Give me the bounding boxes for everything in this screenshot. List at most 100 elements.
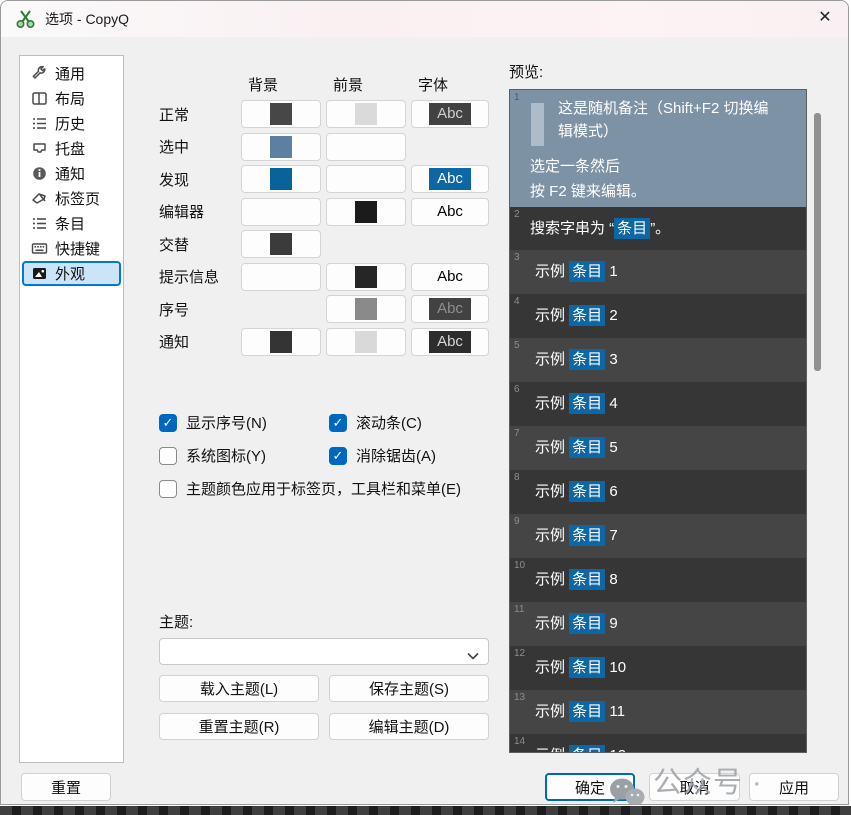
- checkbox-option[interactable]: ✓ 滚动条(C): [329, 406, 461, 439]
- keyboard-icon: [31, 240, 48, 257]
- reset-theme-button[interactable]: 重置主题(R): [159, 713, 319, 740]
- color-row-label: 选中: [159, 136, 241, 157]
- apply-button[interactable]: 应用: [749, 773, 839, 801]
- row-number: 10: [514, 560, 525, 571]
- preview-sample-item: 11 示例 条目 9: [510, 602, 806, 646]
- background-swatch: [270, 103, 292, 125]
- checkbox-option[interactable]: ✓ 显示序号(N): [159, 406, 329, 439]
- row-number: 5: [514, 340, 520, 351]
- sample-item-text: 示例 条目 4: [535, 382, 618, 426]
- sidebar-item[interactable]: 条目: [22, 211, 121, 236]
- foreground-color-button[interactable]: [326, 198, 406, 226]
- sidebar-item[interactable]: 通知: [22, 161, 121, 186]
- checkbox-option[interactable]: ✓ 主题颜色应用于标签页，工具栏和菜单(E): [159, 472, 461, 505]
- background-color-button[interactable]: [241, 198, 321, 226]
- color-row: 通知 Abc: [159, 326, 489, 359]
- settings-nav: 通用 布局 历史 托盘 通知: [19, 55, 124, 763]
- sidebar-item[interactable]: 标签页: [22, 186, 121, 211]
- found-highlight: 条目: [569, 393, 605, 414]
- cancel-button[interactable]: 取消: [649, 773, 740, 801]
- font-sample-text: Abc: [429, 266, 471, 288]
- sidebar-item-label: 布局: [55, 88, 85, 109]
- font-button[interactable]: Abc: [411, 100, 489, 128]
- background-swatch: [270, 331, 292, 353]
- sidebar-item[interactable]: 托盘: [22, 136, 121, 161]
- row-number: 1: [514, 92, 520, 103]
- titlebar: 选项 - CopyQ ✕: [1, 1, 848, 37]
- foreground-swatch: [355, 168, 377, 190]
- foreground-color-button[interactable]: [326, 328, 406, 356]
- items-list-icon: [31, 215, 48, 232]
- sample-item-text: 示例 条目 1: [535, 250, 618, 294]
- reset-button[interactable]: 重置: [21, 773, 111, 801]
- sample-item-text: 示例 条目 11: [535, 690, 625, 734]
- sample-item-text: 示例 条目 3: [535, 338, 618, 382]
- font-button[interactable]: Abc: [411, 328, 489, 356]
- foreground-color-button[interactable]: [326, 295, 406, 323]
- foreground-swatch: [355, 136, 377, 158]
- background-color-button[interactable]: [241, 100, 321, 128]
- info-icon: [31, 165, 48, 182]
- checkbox-icon: ✓: [329, 414, 347, 432]
- found-highlight: 条目: [569, 745, 605, 753]
- foreground-color-button[interactable]: [326, 100, 406, 128]
- color-row-label: 通知: [159, 331, 241, 352]
- font-button[interactable]: Abc: [411, 263, 489, 291]
- background-color-button[interactable]: [241, 165, 321, 193]
- color-row-label: 编辑器: [159, 201, 241, 222]
- color-row-label: 交替: [159, 234, 241, 255]
- header-font: 字体: [411, 74, 489, 95]
- background-color-button[interactable]: [241, 263, 321, 291]
- color-row-label: 正常: [159, 104, 241, 125]
- background-color-button[interactable]: [241, 133, 321, 161]
- found-highlight: 条目: [569, 613, 605, 634]
- load-theme-button[interactable]: 载入主题(L): [159, 675, 319, 702]
- color-row: 交替: [159, 228, 489, 261]
- sidebar-item[interactable]: 外观: [22, 261, 121, 286]
- found-highlight: 条目: [569, 569, 605, 590]
- background-swatch: [270, 233, 292, 255]
- sidebar-item[interactable]: 布局: [22, 86, 121, 111]
- sample-item-text: 示例 条目 7: [535, 514, 618, 558]
- checkbox-label: 显示序号(N): [186, 412, 267, 433]
- close-icon[interactable]: ✕: [802, 1, 848, 37]
- sidebar-item-label: 通用: [55, 63, 85, 84]
- row-number: 6: [514, 384, 520, 395]
- foreground-color-button[interactable]: [326, 133, 406, 161]
- ok-button[interactable]: 确定: [545, 773, 635, 801]
- sidebar-item[interactable]: 历史: [22, 111, 121, 136]
- font-sample-text: Abc: [429, 331, 471, 353]
- row-number: 3: [514, 252, 520, 263]
- background-color-button[interactable]: [241, 328, 321, 356]
- font-button[interactable]: Abc: [411, 198, 489, 226]
- checkbox-option[interactable]: ✓ 系统图标(Y): [159, 439, 329, 472]
- preview-list: 1 这是随机备注（Shift+F2 切换编 辑模式） 选定一条然后 按 F2 键…: [509, 89, 807, 753]
- background-swatch: [270, 168, 292, 190]
- sidebar-item[interactable]: 快捷键: [22, 236, 121, 261]
- header-background: 背景: [241, 74, 326, 95]
- checkbox-label: 主题颜色应用于标签页，工具栏和菜单(E): [186, 478, 461, 499]
- note-text: 这是随机备注（Shift+F2 切换编 辑模式）: [558, 97, 768, 143]
- row-number: 11: [514, 604, 524, 615]
- save-theme-button[interactable]: 保存主题(S): [329, 675, 489, 702]
- font-button[interactable]: Abc: [411, 295, 489, 323]
- color-row: 选中: [159, 131, 489, 164]
- foreground-swatch: [355, 201, 377, 223]
- checkbox-option[interactable]: ✓ 消除锯齿(A): [329, 439, 461, 472]
- checkbox-label: 滚动条(C): [356, 412, 422, 433]
- sidebar-item[interactable]: 通用: [22, 61, 121, 86]
- foreground-color-button[interactable]: [326, 165, 406, 193]
- foreground-color-button[interactable]: [326, 263, 406, 291]
- preview-scrollbar[interactable]: [814, 113, 821, 371]
- edit-theme-button[interactable]: 编辑主题(D): [329, 713, 489, 740]
- preview-sample-item: 4 示例 条目 2: [510, 294, 806, 338]
- background-color-button[interactable]: [241, 230, 321, 258]
- sidebar-item-label: 历史: [55, 113, 85, 134]
- checkbox-label: 系统图标(Y): [186, 445, 266, 466]
- font-button[interactable]: Abc: [411, 165, 489, 193]
- theme-combobox[interactable]: [159, 638, 489, 665]
- color-row: 正常 Abc: [159, 98, 489, 131]
- preview-sample-item: 5 示例 条目 3: [510, 338, 806, 382]
- sidebar-item-label: 外观: [55, 263, 85, 284]
- preview-sample-item: 14 示例 条目 12: [510, 734, 806, 753]
